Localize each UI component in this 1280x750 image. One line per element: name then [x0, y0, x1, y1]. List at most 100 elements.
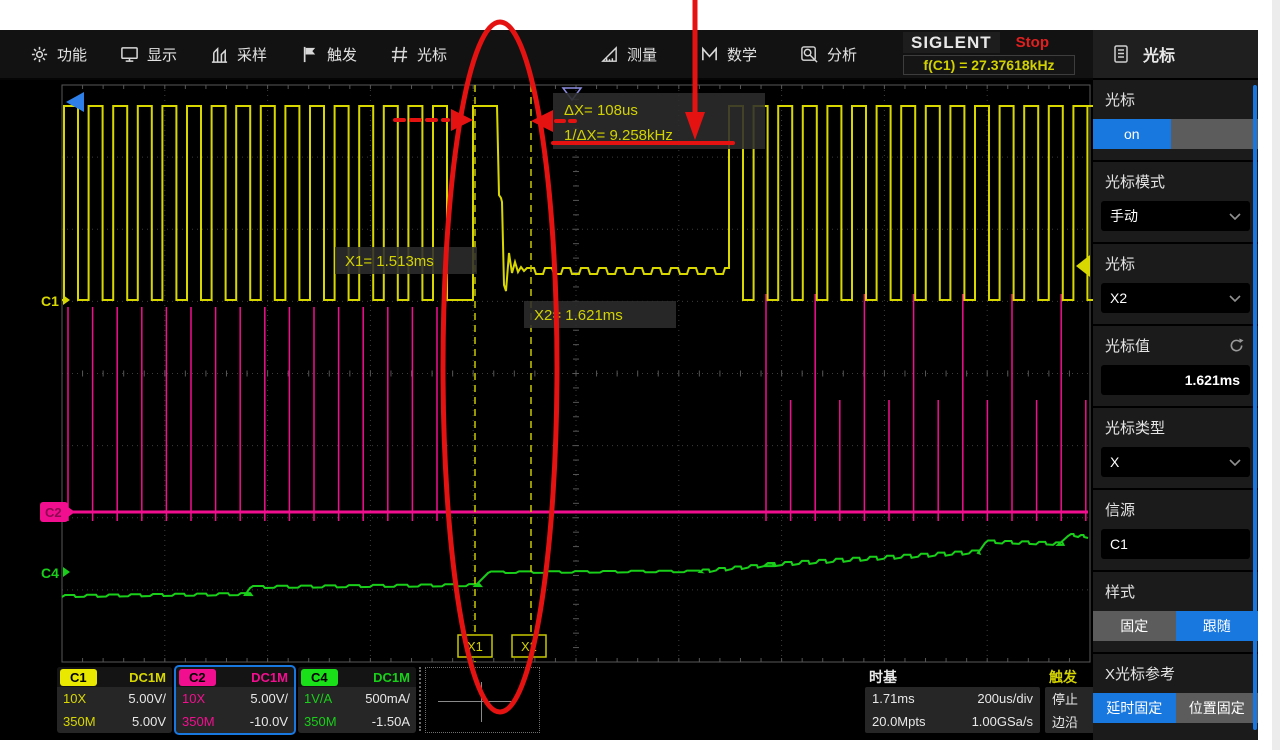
trigger-flag-icon	[300, 45, 319, 64]
menu-item-analysis[interactable]: 分析	[800, 30, 857, 78]
measure-icon	[600, 45, 619, 64]
c1-badge: C1	[60, 669, 97, 686]
chevron-down-icon	[1229, 213, 1241, 220]
style-fixed-option[interactable]: 固定	[1093, 611, 1176, 641]
section-source: 信源 C1	[1093, 488, 1258, 570]
waveform-display[interactable]: C1 C2 C4 X1 X2 ΔX= 108us 1/ΔX= 9.258kHz …	[0, 80, 1093, 663]
c2-offset-arrow-icon	[68, 507, 75, 517]
sample-rate: 1.00GSa/s	[972, 714, 1033, 729]
cursors-off-option[interactable]	[1171, 119, 1258, 149]
cursor-select-label: 光标	[1105, 253, 1135, 274]
dialog-title: 光标	[1143, 42, 1175, 66]
c1-offset: 5.00V	[132, 715, 166, 728]
menu-item-function[interactable]: 功能	[30, 30, 87, 78]
display-icon	[120, 45, 139, 64]
timebase-scale: 200us/div	[977, 691, 1033, 706]
page-scrollbar-strip	[1272, 0, 1280, 750]
c2-bandwidth: 350M	[182, 715, 215, 728]
style-toggle[interactable]: 固定 跟随	[1093, 611, 1258, 641]
status-bar: C1 DC1M 10X 5.00V/ 350M 5.00V C2 DC1M 10X5…	[0, 663, 1093, 740]
frequency-counter-readout: f(C1) = 27.37618kHz	[903, 55, 1075, 75]
clipboard-icon	[1113, 44, 1129, 64]
section-x-reference: X光标参考 延时固定 位置固定	[1093, 652, 1258, 734]
timebase-box[interactable]: 时基 1.71ms200us/div 20.0Mpts1.00GSa/s	[865, 667, 1040, 733]
cursor-mode-dropdown[interactable]: 手动	[1101, 201, 1250, 231]
style-follow-option[interactable]: 跟随	[1176, 611, 1259, 641]
c4-scale: 500mA/	[365, 692, 410, 705]
menu-item-measure[interactable]: 测量	[600, 30, 657, 78]
channel-box-c4[interactable]: C4 DC1M 1V/A500mA/ 350M-1.50A	[298, 667, 416, 733]
dialog-header[interactable]: 光标	[1093, 30, 1258, 80]
delta-x-value: ΔX= 108us	[564, 102, 638, 119]
preview-crosshair-icon	[438, 701, 516, 702]
section-cursor-mode: 光标模式 手动	[1093, 160, 1258, 242]
c1-offset-marker[interactable]: C1	[41, 293, 59, 309]
timebase-label: 时基	[869, 667, 897, 687]
xref-delay-fixed-option[interactable]: 延时固定	[1093, 693, 1176, 723]
cursor-mode-value: 手动	[1110, 206, 1138, 226]
cursors-onoff-toggle[interactable]: on	[1093, 119, 1258, 149]
section-cursors-onoff: 光标 on	[1093, 80, 1258, 160]
statusbar-separator	[419, 667, 421, 731]
cursor-select-value: X2	[1110, 290, 1127, 306]
cursor-mode-label: 光标模式	[1105, 171, 1165, 192]
cursors-on-option[interactable]: on	[1093, 119, 1171, 149]
trigger-state: 停止	[1052, 689, 1078, 708]
cursor-select-dropdown[interactable]: X2	[1101, 283, 1250, 313]
waveform-traces	[62, 85, 1093, 662]
c4-offset-arrow-icon	[63, 567, 70, 577]
trigger-label: 触发	[1049, 667, 1077, 687]
panel-scrollbar[interactable]	[1253, 85, 1257, 730]
refresh-icon[interactable]	[1229, 338, 1244, 353]
math-icon	[700, 45, 719, 64]
cursors-onoff-label: 光标	[1105, 89, 1135, 110]
oscilloscope-screen: 功能 显示 采样 触发 光标 测量 数学 分析	[0, 30, 1258, 740]
c4-coupling: DC1M	[373, 671, 410, 684]
c1-scale: 5.00V/	[128, 692, 166, 705]
c4-badge: C4	[301, 669, 338, 686]
x-reference-label: X光标参考	[1105, 663, 1175, 684]
channel-box-c1[interactable]: C1 DC1M 10X5.00V/ 350M5.00V	[57, 667, 172, 733]
source-label: 信源	[1105, 499, 1135, 520]
channel-box-c2[interactable]: C2 DC1M 10X5.00V/ 350M-10.0V	[176, 667, 294, 733]
menu-item-label: 显示	[147, 44, 177, 65]
trigger-level-marker[interactable]	[1076, 255, 1090, 277]
menu-item-label: 触发	[327, 44, 357, 65]
cursor-type-value: X	[1110, 454, 1119, 470]
c4-offset: -1.50A	[372, 715, 410, 728]
xref-position-fixed-option[interactable]: 位置固定	[1176, 693, 1259, 723]
menu-item-cursors[interactable]: 光标	[390, 30, 447, 78]
c1-bandwidth: 350M	[63, 715, 96, 728]
cursor-type-label: 光标类型	[1105, 417, 1165, 438]
menu-item-acquire[interactable]: 采样	[210, 30, 267, 78]
c4-offset-marker[interactable]: C4	[41, 565, 59, 581]
siglent-logo: SIGLENT	[903, 32, 1000, 53]
c2-offset-label: C2	[45, 505, 62, 520]
menu-item-math[interactable]: 数学	[700, 30, 757, 78]
source-field[interactable]: C1	[1101, 529, 1250, 559]
cursor-value-input[interactable]: 1.621ms	[1101, 365, 1250, 395]
waveform-preview-box[interactable]	[425, 667, 540, 733]
cursors-dialog: 光标 光标 on 光标模式 手动 光标 X2 光标值	[1093, 30, 1258, 740]
cursor-value-text: 1.621ms	[1185, 372, 1240, 388]
menu-item-label: 光标	[417, 44, 447, 65]
menu-item-label: 测量	[627, 44, 657, 65]
c1-probe: 10X	[63, 692, 86, 705]
acquire-icon	[210, 45, 229, 64]
style-label: 样式	[1105, 581, 1135, 602]
trigger-type: 边沿	[1052, 712, 1078, 731]
menu-item-trigger[interactable]: 触发	[300, 30, 357, 78]
x1-value: X1= 1.513ms	[345, 253, 434, 270]
cursor-grid-icon	[390, 45, 409, 64]
menu-item-label: 采样	[237, 44, 267, 65]
cursor-type-dropdown[interactable]: X	[1101, 447, 1250, 477]
menu-item-label: 数学	[727, 44, 757, 65]
x-reference-toggle[interactable]: 延时固定 位置固定	[1093, 693, 1258, 723]
memory-depth: 20.0Mpts	[872, 714, 925, 729]
horizontal-position-marker[interactable]	[66, 92, 84, 112]
menu-item-label: 功能	[57, 44, 87, 65]
section-cursor-value: 光标值 1.621ms	[1093, 324, 1258, 406]
run-state-indicator[interactable]: Stop	[1016, 34, 1049, 51]
menu-item-display[interactable]: 显示	[120, 30, 177, 78]
cursor-value-label: 光标值	[1105, 335, 1150, 356]
